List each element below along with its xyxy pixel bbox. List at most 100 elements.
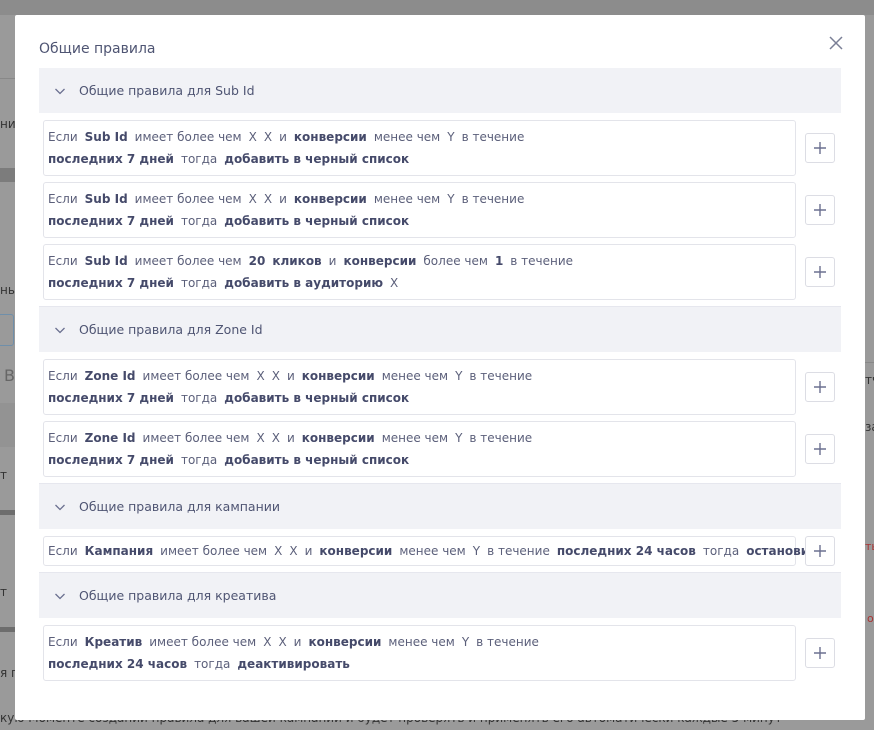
close-icon xyxy=(829,36,843,50)
rule-word: и xyxy=(286,369,295,383)
section-title: Общие правила для Sub Id xyxy=(79,83,255,98)
rule-param[interactable]: деактивировать xyxy=(237,657,350,671)
section-header[interactable]: Общие правила для кампании xyxy=(39,484,841,529)
background-text: за xyxy=(865,420,874,434)
rule-word: Y xyxy=(461,635,470,649)
background-header xyxy=(0,0,874,15)
section-body: Если Zone Id имеет более чем X Xи конверсии ме… xyxy=(39,352,841,484)
rule-param[interactable]: последних 7 дней xyxy=(48,214,174,228)
rule-param[interactable]: конверсии xyxy=(308,635,381,649)
modal-title: Общие правила xyxy=(39,41,156,57)
rule-card[interactable]: Если Креатив имеет более чем X Xи конверсии ме… xyxy=(43,625,796,681)
rule-param[interactable]: 1 xyxy=(495,254,503,268)
rule-line: последних 7 дней тогда добавить в аудитори… xyxy=(48,272,791,294)
rule-row: Если Sub Id имеет более чем X Xи конверсии мен… xyxy=(43,120,841,176)
rule-param[interactable]: Кампания xyxy=(85,544,154,558)
rule-row: Если Zone Id имеет более чем X Xи конверсии ме… xyxy=(43,359,841,415)
rule-card[interactable]: Если Sub Id имеет более чем X Xи конверсии мен… xyxy=(43,182,796,238)
background-text: т xyxy=(0,468,7,482)
rule-param[interactable]: конверсии xyxy=(294,192,367,206)
add-rule-button[interactable] xyxy=(805,638,835,668)
rule-row: Если Кампания имеет более чем X Xи конверсии м… xyxy=(43,536,841,566)
rule-param[interactable]: добавить в черный список xyxy=(224,214,409,228)
rule-word: X xyxy=(263,130,273,144)
chevron-down-icon xyxy=(55,593,65,599)
section-body: Если Кампания имеет более чем X Xи конверсии м… xyxy=(39,529,841,573)
rule-word: Y xyxy=(455,431,463,445)
background-bar xyxy=(0,627,15,632)
rule-word: Если xyxy=(48,369,78,383)
rule-param[interactable]: Zone Id xyxy=(85,431,136,445)
section-title: Общие правила для креатива xyxy=(79,588,277,603)
rule-word: имеет более чем xyxy=(149,635,257,649)
rule-param[interactable]: последних 7 дней xyxy=(48,152,174,166)
rule-word: X xyxy=(271,431,280,445)
rule-word: имеет более чем xyxy=(134,130,242,144)
add-rule-button[interactable] xyxy=(805,434,835,464)
rule-word: и xyxy=(286,431,295,445)
rule-param[interactable]: конверсии xyxy=(302,369,375,383)
rule-param[interactable]: добавить в аудиторию xyxy=(224,276,383,290)
add-rule-button[interactable] xyxy=(805,372,835,402)
rule-word: X xyxy=(263,192,273,206)
section-header[interactable]: Общие правила для креатива xyxy=(39,573,841,618)
rule-param[interactable]: последних 24 часов xyxy=(557,544,696,558)
add-rule-button[interactable] xyxy=(805,257,835,287)
rule-word: и xyxy=(293,635,302,649)
rule-word: тогда xyxy=(180,276,218,290)
rule-param[interactable]: Sub Id xyxy=(85,254,128,268)
rule-row: Если Sub Id имеет более чем 20 кликов и конвер… xyxy=(43,244,841,300)
rule-param[interactable]: Sub Id xyxy=(85,130,128,144)
rule-param[interactable]: Zone Id xyxy=(85,369,136,383)
rule-param[interactable]: добавить в черный список xyxy=(224,391,409,405)
rule-row: Если Sub Id имеет более чем X Xи конверсии мен… xyxy=(43,182,841,238)
rule-word: имеет более чем xyxy=(134,254,242,268)
background-text: тч xyxy=(865,373,874,387)
rule-param[interactable]: добавить в черный список xyxy=(224,453,409,467)
section-header[interactable]: Общие правила для Zone Id xyxy=(39,307,841,352)
rule-card[interactable]: Если Zone Id имеет более чем X Xи конверсии ме… xyxy=(43,359,796,415)
close-button[interactable] xyxy=(827,34,845,52)
section-header[interactable]: Общие правила для Sub Id xyxy=(39,68,841,113)
rule-word: имеет более чем xyxy=(142,431,250,445)
add-rule-button[interactable] xyxy=(805,133,835,163)
rule-card[interactable]: Если Sub Id имеет более чем 20 кликов и конвер… xyxy=(43,244,796,300)
rule-param[interactable]: кликов xyxy=(272,254,321,268)
background-text: В xyxy=(4,366,15,385)
rule-word: X xyxy=(271,369,280,383)
rule-row: Если Креатив имеет более чем X Xи конверсии ме… xyxy=(43,625,841,681)
rule-card[interactable]: Если Кампания имеет более чем X Xи конверсии м… xyxy=(43,536,824,566)
rule-param[interactable]: Sub Id xyxy=(85,192,128,206)
rule-param[interactable]: конверсии xyxy=(343,254,416,268)
rule-line: Если Креатив имеет более чем X Xи конверсии ме… xyxy=(48,631,791,653)
rule-card[interactable]: Если Sub Id имеет более чем X Xи конверсии мен… xyxy=(43,120,796,176)
add-rule-button[interactable] xyxy=(805,536,835,566)
rule-param[interactable]: добавить в черный список xyxy=(224,152,409,166)
rule-card[interactable]: Если Zone Id имеет более чем X Xи конверсии ме… xyxy=(43,421,796,477)
rule-param[interactable]: Креатив xyxy=(85,635,143,649)
rule-param[interactable]: последних 7 дней xyxy=(48,453,174,467)
plus-icon xyxy=(814,266,826,278)
background-text: т xyxy=(0,585,7,599)
rule-word: и xyxy=(328,254,337,268)
rule-word: и xyxy=(304,544,313,558)
rule-param[interactable]: конверсии xyxy=(294,130,367,144)
rule-param[interactable]: конверсии xyxy=(302,431,375,445)
rule-param[interactable]: последних 24 часов xyxy=(48,657,187,671)
rule-word: в течение xyxy=(476,635,539,649)
rule-word: тогда xyxy=(180,214,218,228)
rule-param[interactable]: конверсии xyxy=(319,544,392,558)
rule-word: менее чем xyxy=(388,635,455,649)
rule-word: Y xyxy=(472,544,481,558)
rule-param[interactable]: 20 xyxy=(249,254,266,268)
rule-word: и xyxy=(279,130,287,144)
rule-word: более чем xyxy=(423,254,488,268)
add-rule-button[interactable] xyxy=(805,195,835,225)
rule-param[interactable]: последних 7 дней xyxy=(48,391,174,405)
rule-word: X xyxy=(248,130,257,144)
rule-line: Если Zone Id имеет более чем X Xи конверсии ме… xyxy=(48,365,791,387)
rule-row: Если Zone Id имеет более чем X Xи конверсии ме… xyxy=(43,421,841,477)
rule-param[interactable]: последних 7 дней xyxy=(48,276,174,290)
rule-word: X xyxy=(289,544,298,558)
rule-word: тогда xyxy=(702,544,740,558)
